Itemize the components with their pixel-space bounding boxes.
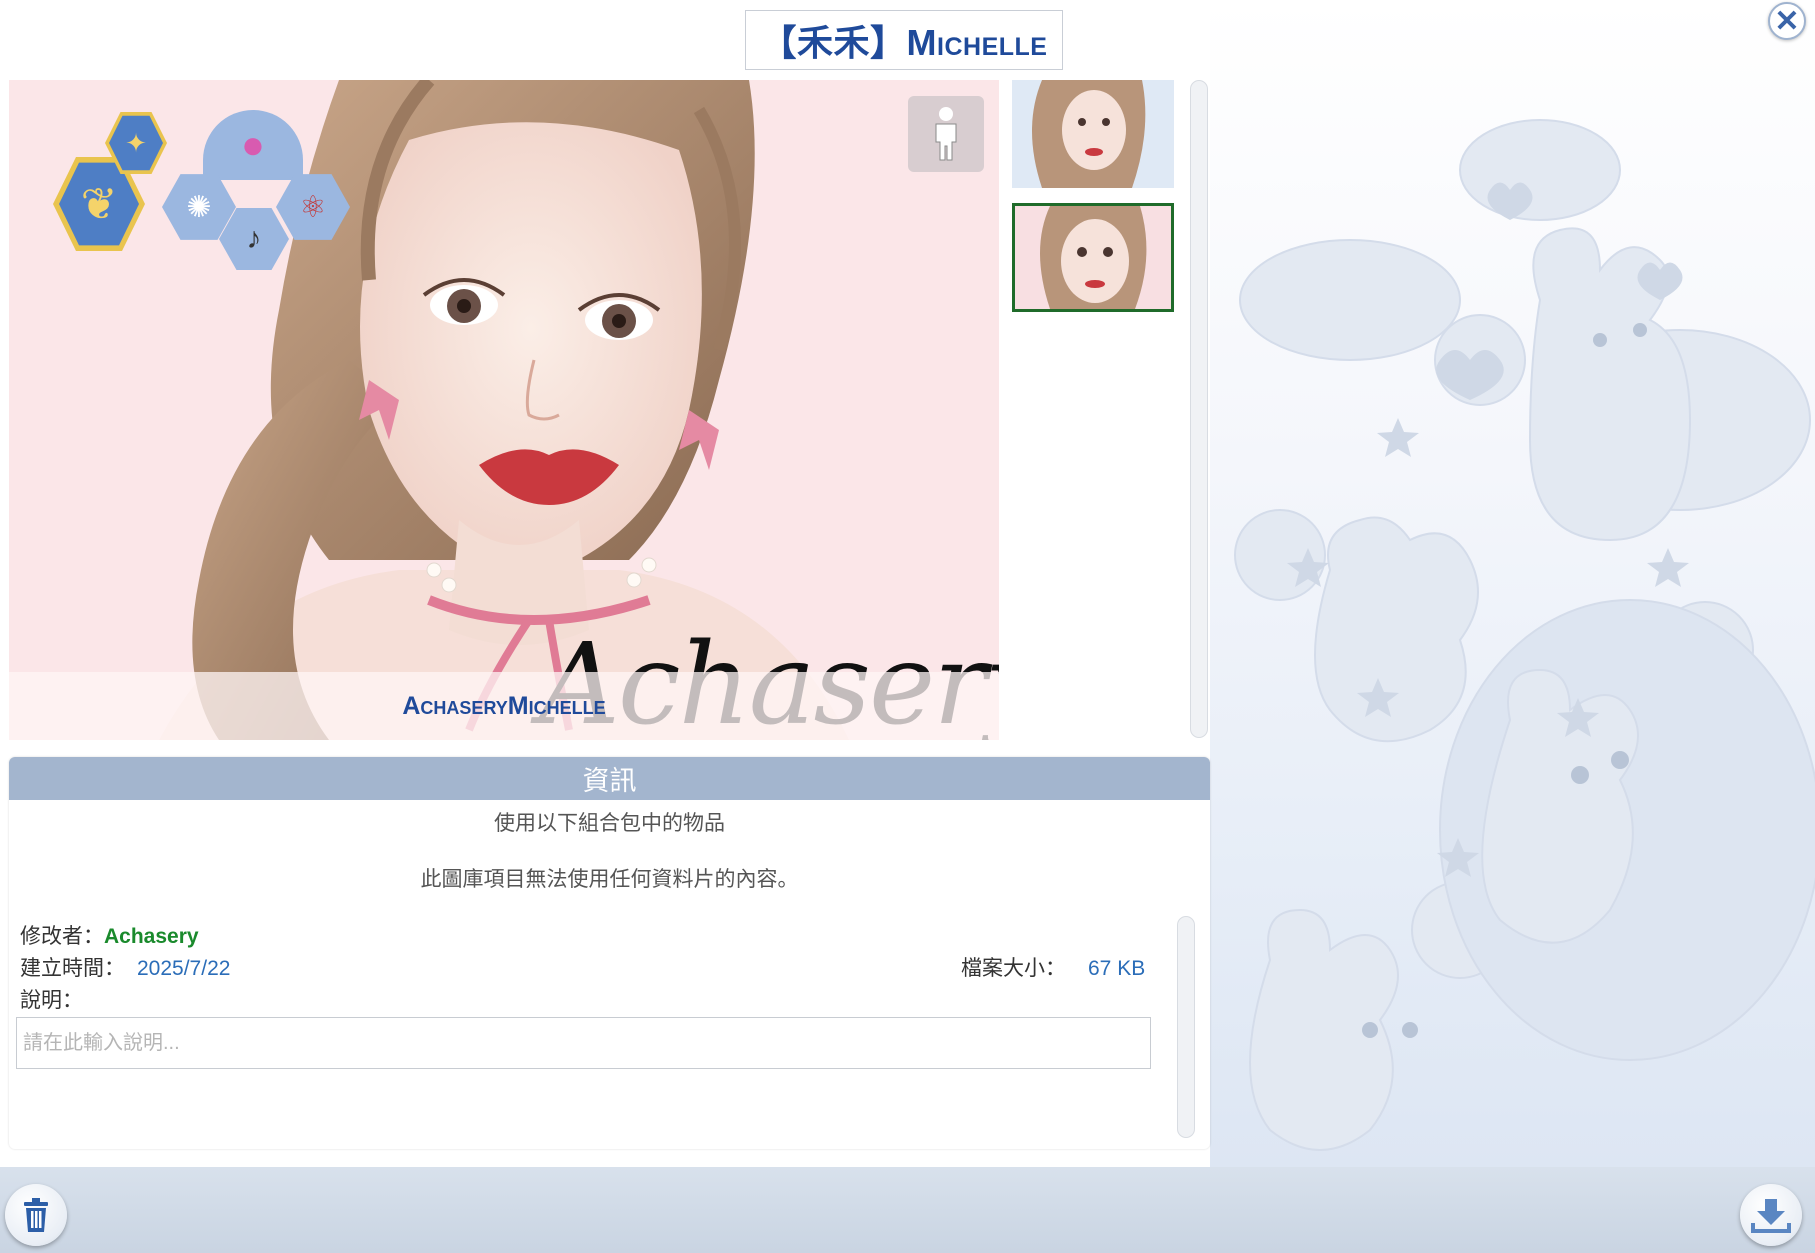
person-silhouette-icon [935, 107, 957, 161]
close-icon: ✕ [1774, 4, 1800, 38]
bottom-bar [0, 1167, 1815, 1253]
thumbnail-art [1012, 80, 1174, 188]
info-scrollbar[interactable] [1177, 916, 1195, 1138]
background-decoration [1210, 0, 1815, 1167]
size-label: 檔案大小： [961, 957, 1066, 980]
fairy-icon: ✦ [125, 127, 147, 158]
date-row: 建立時間： 2025/7/22 [20, 952, 230, 982]
info-panel: 資訊 使用以下組合包中的物品 此圖庫項目無法使用任何資料片的內容。 修改者：Ac… [9, 757, 1210, 1149]
page-title: 【禾禾】Michelle [745, 10, 1063, 70]
person-bubble-icon: ● [240, 122, 266, 167]
thumbnail-2-selected[interactable] [1012, 203, 1174, 312]
trash-icon [24, 1198, 48, 1232]
creator-label: 修改者： [20, 925, 104, 948]
delete-button[interactable] [5, 1184, 67, 1246]
size-row: 檔案大小： 67 KB [961, 952, 1145, 982]
packs-label: 使用以下組合包中的物品 [494, 812, 725, 835]
size-value: 67 KB [1088, 957, 1146, 980]
info-header: 資訊 [9, 757, 1210, 800]
atom-icon: ⚛ [299, 190, 327, 224]
description-input[interactable] [16, 1017, 1151, 1069]
close-button[interactable]: ✕ [1768, 2, 1806, 40]
download-button[interactable] [1740, 1184, 1802, 1246]
body-view-toggle[interactable] [908, 96, 984, 172]
download-icon [1751, 1199, 1791, 1233]
thumbnail-1[interactable] [1012, 80, 1174, 188]
butterfly-icon: ❦ [80, 179, 118, 229]
thumbnail-scrollbar[interactable] [1190, 80, 1208, 738]
description-label: 說明： [20, 989, 83, 1012]
creator-row: 修改者：Achasery [20, 920, 199, 950]
lightbulb-icon: ✺ [186, 190, 212, 224]
main-preview-image: ❦ ✦ ● ✺ ♪ ⚛ Achasery AchaseryMichelle [9, 80, 999, 740]
music-note-icon: ♪ [246, 222, 262, 255]
preview-caption: AchaseryMichelle [9, 672, 999, 740]
date-value: 2025/7/22 [137, 957, 231, 980]
creator-name[interactable]: Achasery [104, 925, 199, 948]
thumbnail-art [1015, 206, 1171, 309]
title-text: 【禾禾】Michelle [760, 22, 1048, 63]
no-content-message: 此圖庫項目無法使用任何資料片的內容。 [420, 868, 799, 891]
date-label: 建立時間： [20, 957, 125, 980]
